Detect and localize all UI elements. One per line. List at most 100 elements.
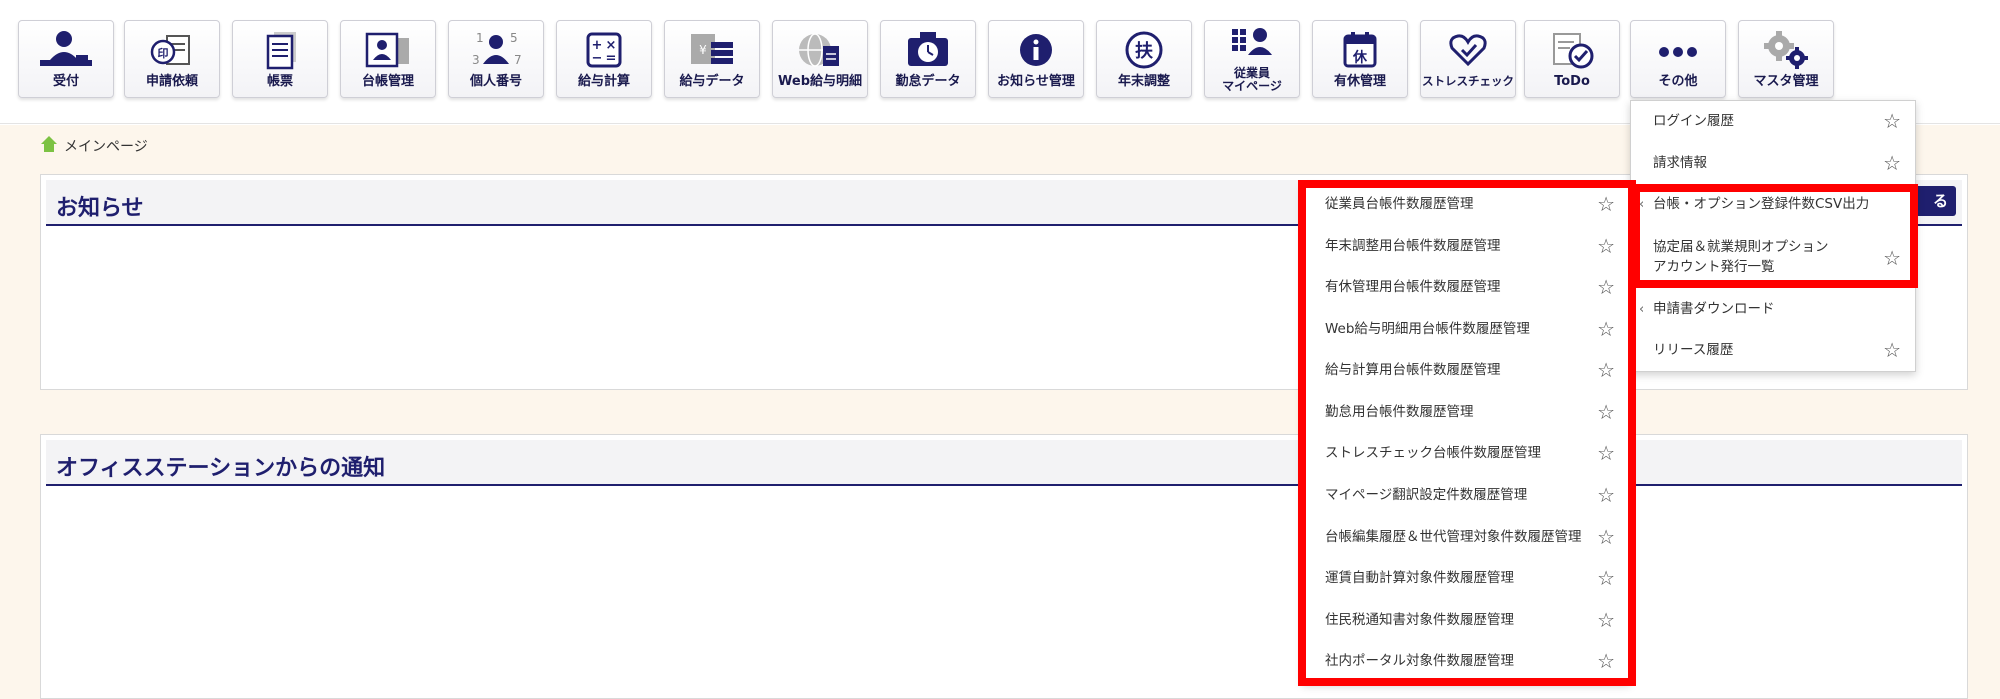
toolbar-label: 有休管理: [1333, 74, 1386, 89]
submenu-item-label: 勤怠用台帳件数履歴管理: [1325, 404, 1474, 420]
more-dots-icon: [1631, 29, 1725, 71]
office-notice-panel-header: オフィスステーションからの通知: [46, 440, 1962, 486]
svg-text:3: 3: [472, 53, 480, 67]
toolbar-label: その他: [1658, 74, 1698, 89]
submenu-item-label: 従業員台帳件数履歴管理: [1325, 196, 1474, 212]
favorite-star-icon[interactable]: ☆: [1597, 401, 1615, 423]
submenu-item-label: 給与計算用台帳件数履歴管理: [1325, 362, 1501, 378]
favorite-star-icon[interactable]: ☆: [1883, 152, 1901, 174]
toolbar-label: 年末調整: [1117, 74, 1170, 89]
favorite-star-icon[interactable]: ☆: [1597, 650, 1615, 672]
favorite-star-icon[interactable]: ☆: [1883, 110, 1901, 132]
submenu-item-label: 運賃自動計算対象件数履歴管理: [1325, 570, 1514, 586]
info-icon: [989, 29, 1083, 71]
toolbar-label: 個人番号: [469, 74, 522, 89]
web-payslip-icon: [773, 29, 867, 71]
favorite-star-icon[interactable]: ☆: [1597, 526, 1615, 548]
menu-item-label: リリース履歴: [1653, 342, 1734, 358]
submenu-item-label: 有休管理用台帳件数履歴管理: [1325, 279, 1501, 295]
toolbar-label: 帳票: [266, 74, 293, 89]
svg-text:−: −: [592, 51, 603, 66]
favorite-star-icon[interactable]: ☆: [1883, 339, 1901, 361]
svg-text:扶: 扶: [1135, 40, 1154, 62]
favorite-star-icon[interactable]: ☆: [1597, 442, 1615, 464]
submenu-item-label: 台帳編集履歴＆世代管理対象件数履歴管理: [1325, 529, 1582, 545]
favorite-star-icon[interactable]: ☆: [1597, 609, 1615, 631]
favorite-star-icon[interactable]: ☆: [1597, 193, 1615, 215]
heart-check-icon: [1421, 29, 1515, 71]
gear-icon: [1739, 29, 1833, 71]
favorite-star-icon[interactable]: ☆: [1883, 247, 1901, 269]
office-notice-panel-title: オフィスステーションからの通知: [56, 456, 386, 481]
toolbar-button-attendance[interactable]: 勤怠データ: [880, 20, 976, 98]
personal-number-icon: 1537: [449, 29, 543, 71]
submenu-item-label: 社内ポータル対象件数履歴管理: [1325, 653, 1514, 669]
toolbar-label: 申請依頼: [145, 74, 198, 89]
submenu-item-label: マイページ翻訳設定件数履歴管理: [1325, 487, 1528, 503]
menu-item-label: 請求情報: [1653, 155, 1707, 171]
employee-mypage-icon: [1205, 25, 1299, 59]
toolbar-label: 勤怠データ: [895, 74, 961, 89]
toolbar-label: 給与計算: [577, 74, 630, 89]
reception-icon: [19, 29, 113, 71]
favorite-star-icon[interactable]: ☆: [1597, 567, 1615, 589]
submenu-item-label: Web給与明細用台帳件数履歴管理: [1325, 321, 1530, 337]
favorite-star-icon[interactable]: ☆: [1597, 276, 1615, 298]
menu-item-label: 協定届＆就業規則オプション アカウント発行一覧: [1653, 239, 1829, 275]
toolbar-button-web-payslip[interactable]: Web給与明細: [772, 20, 868, 98]
toolbar-button-master-management[interactable]: マスタ管理: [1738, 20, 1834, 98]
year-end-adjustment-icon: 扶: [1097, 29, 1191, 71]
toolbar-button-todo[interactable]: ToDo: [1524, 20, 1620, 98]
todo-check-icon: [1525, 29, 1619, 71]
toolbar-button-notice-management[interactable]: お知らせ管理: [988, 20, 1084, 98]
toolbar-label: 従業員 マイページ: [1205, 67, 1299, 93]
toolbar-button-year-end[interactable]: 扶 年末調整: [1096, 20, 1192, 98]
toolbar-label: 受付: [52, 74, 79, 89]
notice-panel-title: お知らせ: [56, 196, 144, 221]
document-icon: [233, 29, 327, 71]
toolbar-button-reception[interactable]: 受付: [18, 20, 114, 98]
submenu-item-label: ストレスチェック台帳件数履歴管理: [1325, 445, 1541, 461]
menu-item-agreement-accounts[interactable]: 協定届＆就業規則オプション アカウント発行一覧 ☆: [1631, 237, 1915, 277]
toolbar-label: ストレスチェック: [1422, 74, 1514, 88]
svg-text:¥: ¥: [699, 43, 707, 57]
favorite-star-icon[interactable]: ☆: [1597, 484, 1615, 506]
salary-data-icon: ¥: [665, 29, 759, 71]
csv-export-submenu: 従業員台帳件数履歴管理 ☆ 年末調整用台帳件数履歴管理 ☆ 有休管理用台帳件数履…: [1302, 185, 1630, 683]
toolbar-button-ledger[interactable]: 台帳管理: [340, 20, 436, 98]
toolbar-button-stress-check[interactable]: ストレスチェック: [1420, 20, 1516, 98]
stamp-request-icon: 印: [125, 29, 219, 71]
submenu-item-label: 住民税通知書対象件数履歴管理: [1325, 612, 1514, 628]
toolbar-label: 台帳管理: [361, 74, 414, 89]
toolbar-label: お知らせ管理: [997, 74, 1075, 89]
svg-text:7: 7: [514, 53, 522, 67]
toolbar-label: マスタ管理: [1753, 74, 1819, 89]
chevron-left-icon: ‹: [1639, 197, 1645, 212]
menu-item-label: 台帳・オプション登録件数CSV出力: [1653, 196, 1870, 212]
submenu-item-label: 年末調整用台帳件数履歴管理: [1325, 238, 1501, 254]
toolbar-button-other[interactable]: その他: [1630, 20, 1726, 98]
toolbar-label-text: 従業員 マイページ: [1222, 66, 1282, 93]
toolbar-button-paid-leave[interactable]: 休 有休管理: [1312, 20, 1408, 98]
toolbar-button-forms[interactable]: 帳票: [232, 20, 328, 98]
favorite-star-icon[interactable]: ☆: [1597, 359, 1615, 381]
breadcrumb[interactable]: メインページ: [40, 136, 148, 156]
calculator-icon: + × − =: [557, 29, 651, 71]
ledger-icon: [341, 29, 435, 71]
svg-text:印: 印: [158, 47, 169, 60]
attendance-icon: [881, 29, 975, 71]
toolbar-label: Web給与明細: [778, 74, 862, 89]
favorite-star-icon[interactable]: ☆: [1597, 235, 1615, 257]
toolbar-button-application-request[interactable]: 印 申請依頼: [124, 20, 220, 98]
toolbar-button-payroll[interactable]: + × − = 給与計算: [556, 20, 652, 98]
toolbar-button-personal-number[interactable]: 1537 個人番号: [448, 20, 544, 98]
toolbar-button-salary-data[interactable]: ¥ 給与データ: [664, 20, 760, 98]
svg-text:休: 休: [1352, 49, 1368, 66]
toolbar-button-employee-mypage[interactable]: 従業員 マイページ: [1204, 20, 1300, 98]
favorite-star-icon[interactable]: ☆: [1597, 318, 1615, 340]
chevron-left-icon: ‹: [1639, 302, 1645, 317]
svg-text:=: =: [606, 51, 617, 66]
svg-text:1: 1: [476, 31, 484, 45]
breadcrumb-label: メインページ: [64, 139, 148, 155]
toolbar-label: 給与データ: [679, 74, 745, 89]
